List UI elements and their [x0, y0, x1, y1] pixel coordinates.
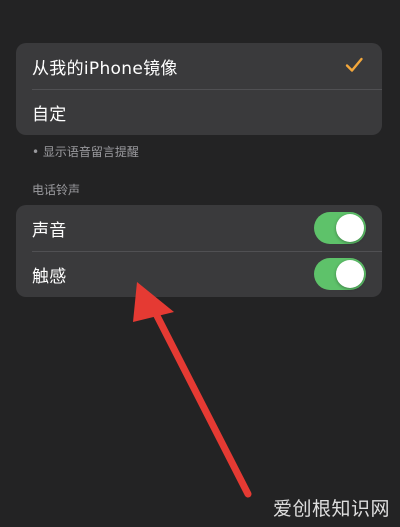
annotation-arrow-icon	[133, 282, 252, 498]
watermark-text: 爱创根知识网	[272, 498, 390, 520]
